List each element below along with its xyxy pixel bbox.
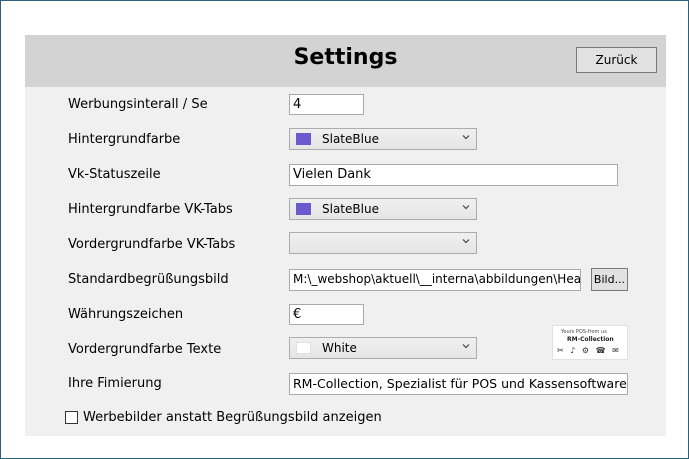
page-title: Settings bbox=[293, 45, 398, 70]
back-button[interactable]: Zurück bbox=[576, 47, 657, 73]
text-foreground-select[interactable]: White bbox=[289, 337, 477, 359]
chevron-down-icon bbox=[462, 135, 470, 140]
preview-logo-text: RM-Collection bbox=[567, 336, 614, 343]
status-line-input[interactable]: Vielen Dank bbox=[289, 164, 618, 186]
welcome-image-path-input[interactable]: M:\_webshop\aktuell\__interna\abbildunge… bbox=[289, 269, 581, 291]
show-ad-images-checkbox[interactable] bbox=[65, 411, 78, 424]
welcome-image-label: Standardbegrüßungsbild bbox=[68, 272, 229, 287]
browse-image-button[interactable]: Bild... bbox=[591, 268, 628, 291]
ad-interval-label: Werbungsinterall / Se bbox=[68, 97, 208, 112]
color-swatch bbox=[296, 203, 311, 215]
background-color-select[interactable]: SlateBlue bbox=[289, 128, 477, 150]
settings-panel: Settings Zurück Werbungsinterall / Se 4 … bbox=[25, 35, 666, 436]
background-color-value: SlateBlue bbox=[322, 132, 379, 146]
currency-input[interactable]: € bbox=[289, 304, 364, 325]
currency-label: Währungszeichen bbox=[68, 307, 184, 322]
tabs-background-select[interactable]: SlateBlue bbox=[289, 198, 477, 220]
preview-tagline: Yours POS-from us bbox=[561, 329, 607, 335]
header-bar: Settings Zurück bbox=[25, 35, 666, 87]
chevron-down-icon bbox=[462, 239, 470, 244]
company-input[interactable]: RM-Collection, Spezialist für POS und Ka… bbox=[289, 373, 628, 395]
chevron-down-icon bbox=[462, 344, 470, 349]
tabs-foreground-select[interactable] bbox=[289, 232, 477, 254]
background-color-label: Hintergrundfarbe bbox=[68, 132, 181, 147]
color-swatch bbox=[296, 342, 311, 354]
ad-interval-input[interactable]: 4 bbox=[289, 94, 364, 115]
window-frame: Settings Zurück Werbungsinterall / Se 4 … bbox=[0, 0, 689, 459]
tabs-foreground-label: Vordergrundfarbe VK-Tabs bbox=[68, 237, 236, 252]
chevron-down-icon bbox=[462, 205, 470, 210]
tabs-background-value: SlateBlue bbox=[322, 202, 379, 216]
welcome-image-preview: Yours POS-from us RM-Collection ✂ ♪ ⚙ ☎ … bbox=[552, 325, 628, 360]
status-line-label: Vk-Statuszeile bbox=[68, 167, 161, 182]
show-ad-images-label[interactable]: Werbebilder anstatt Begrüßungsbild anzei… bbox=[83, 408, 382, 428]
company-label: Ihre Fimierung bbox=[68, 376, 162, 391]
tabs-background-label: Hintergrundfarbe VK-Tabs bbox=[68, 202, 233, 217]
color-swatch bbox=[296, 133, 311, 145]
text-foreground-label: Vordergrundfarbe Texte bbox=[68, 342, 222, 357]
text-foreground-value: White bbox=[322, 341, 357, 355]
preview-icons: ✂ ♪ ⚙ ☎ ✉ bbox=[557, 346, 621, 355]
